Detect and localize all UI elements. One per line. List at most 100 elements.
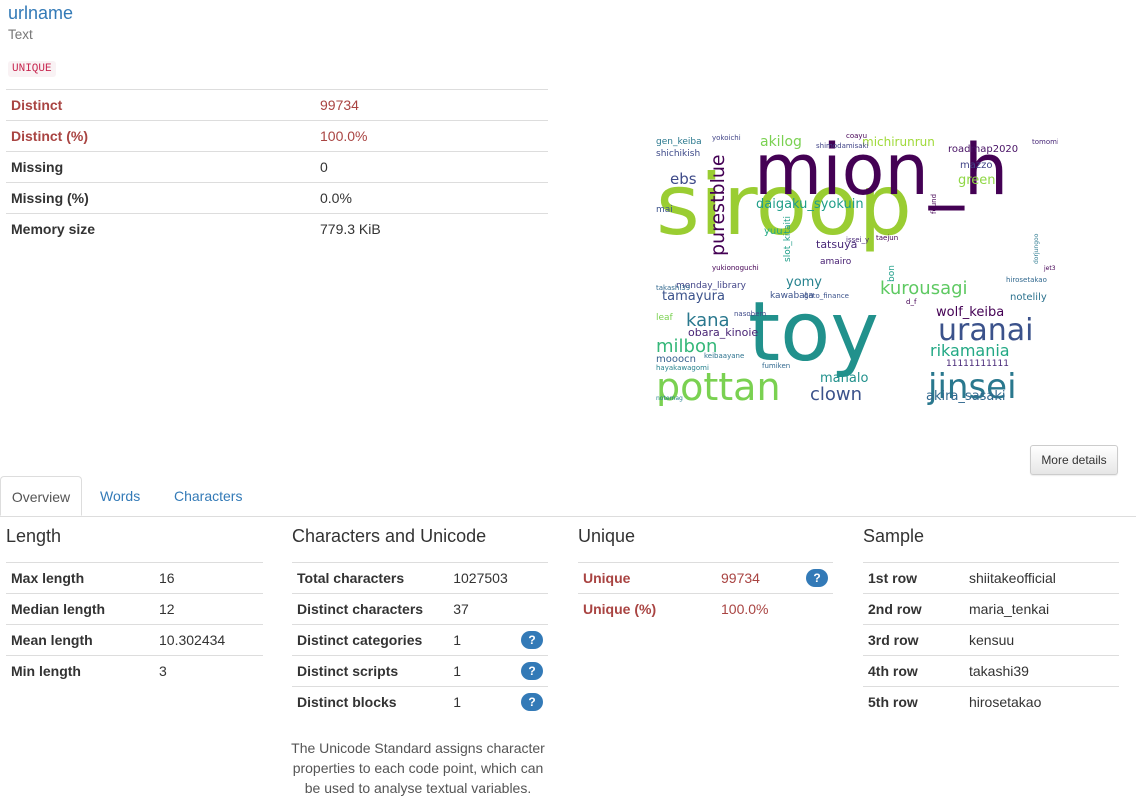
wordcloud-word: found	[930, 194, 938, 214]
wordcloud-word: keibaayane	[704, 352, 744, 360]
unicode-help-cell: ?	[512, 624, 548, 656]
wordcloud-svg: siroopmion_htoypottan jinseiuranaipurestb…	[656, 130, 1058, 406]
help-icon[interactable]: ?	[521, 662, 543, 680]
stats-row: Missing 0	[6, 151, 548, 183]
length-row: Median length 12	[6, 593, 263, 625]
unicode-row: Distinct scripts 1?	[292, 655, 548, 687]
stats-label: Memory size	[6, 213, 315, 244]
unique-row: Unique 99734?	[578, 562, 833, 594]
wordcloud-word: fumiken	[762, 362, 790, 370]
tab-words[interactable]: Words	[92, 476, 148, 516]
wordcloud-word: gen_keiba	[656, 137, 702, 147]
wordcloud-word: purestblue	[707, 154, 729, 256]
help-icon[interactable]: ?	[521, 631, 543, 649]
wordcloud-word: akira_sasaki	[926, 389, 1006, 404]
wordcloud-word: slot_kitaiti	[783, 216, 793, 262]
sample-row: 3rd row kensuu	[863, 624, 1119, 656]
sample-value: maria_tenkai	[964, 593, 1119, 625]
more-details-button[interactable]: More details	[1030, 445, 1118, 475]
stats-label: Missing (%)	[6, 182, 315, 214]
tab-bar: Overview Words Characters	[0, 476, 1136, 517]
unicode-value: 1	[448, 655, 513, 687]
help-icon[interactable]: ?	[806, 569, 828, 587]
wordcloud-word: dorjungoo	[1033, 233, 1040, 264]
help-icon[interactable]: ?	[521, 693, 543, 711]
tab-characters[interactable]: Characters	[166, 476, 250, 516]
unicode-value: 37	[448, 593, 513, 625]
unique-badge: UNIQUE	[8, 61, 56, 77]
wordcloud-word: coayu	[846, 132, 867, 140]
unicode-label: Total characters	[292, 562, 449, 594]
wordcloud-word: 11111111111	[946, 359, 1009, 369]
wordcloud-word: mahalo	[820, 371, 868, 386]
wordcloud-word: amairo	[820, 257, 852, 267]
unicode-value: 1	[448, 686, 513, 717]
sample-label: 2nd row	[863, 593, 964, 625]
wordcloud-word: yukionoguchi	[712, 264, 759, 272]
unique-table: Unique 99734? Unique (%) 100.0%	[578, 562, 833, 624]
wordcloud-word: akilog	[760, 134, 802, 150]
wordcloud-word: hirosetakao	[1006, 276, 1047, 284]
wordcloud-word: green	[958, 173, 996, 188]
length-label: Min length	[6, 655, 154, 686]
length-label: Max length	[6, 562, 154, 594]
unicode-label: Distinct characters	[292, 593, 449, 625]
length-row: Max length 16	[6, 562, 263, 594]
unicode-help-cell	[512, 593, 548, 625]
sample-value: shiitakeofficial	[964, 562, 1119, 594]
stats-row: Distinct (%) 100.0%	[6, 120, 548, 152]
unique-value: 99734	[716, 562, 797, 594]
sample-table: 1st row shiitakeofficial 2nd row maria_tenk…	[863, 562, 1119, 717]
unicode-value: 1	[448, 624, 513, 656]
stats-label: Distinct (%)	[6, 120, 315, 152]
sample-label: 3rd row	[863, 624, 964, 656]
unicode-value: 1027503	[448, 562, 513, 594]
unicode-table: Total characters 1027503 Distinct characte…	[292, 562, 548, 717]
sample-value: hirosetakao	[964, 686, 1119, 717]
length-heading: Length	[6, 526, 62, 546]
length-value: 12	[154, 593, 263, 625]
wordcloud-word: yuu	[764, 226, 783, 237]
unicode-help-cell: ?	[512, 686, 548, 717]
unicode-label: Distinct scripts	[292, 655, 449, 687]
wordcloud-word: takashi39	[656, 284, 690, 292]
unique-value: 100.0%	[716, 593, 797, 624]
stats-label: Distinct	[6, 89, 315, 121]
unicode-row: Distinct characters 37	[292, 593, 548, 625]
unicode-help-cell	[512, 562, 548, 594]
wordcloud-word: roadmap2020	[948, 144, 1018, 155]
sample-value: takashi39	[964, 655, 1119, 687]
wordcloud-word: rikamania	[930, 341, 1010, 360]
sample-value: kensuu	[964, 624, 1119, 656]
unique-heading: Unique	[578, 526, 636, 546]
wordcloud-word: notelily	[1010, 292, 1047, 303]
sample-label: 4th row	[863, 655, 964, 687]
stats-value: 779.3 KiB	[315, 213, 548, 244]
wordcloud-word: daigaku_syokuin	[756, 197, 864, 212]
unique-row: Unique (%) 100.0%	[578, 593, 833, 624]
wordcloud-word: hayakawagomi	[656, 364, 709, 372]
wordcloud-word: mai	[656, 205, 673, 215]
sample-heading: Sample	[863, 526, 925, 546]
tab-overview[interactable]: Overview	[0, 476, 82, 516]
wordcloud-word: mazzo	[960, 160, 993, 171]
wordcloud-image: siroop mion_h toy pottan jinsei uranai purestb…	[656, 130, 1058, 406]
unique-help-cell: ?	[797, 562, 833, 594]
overview-stats-table: Distinct 99734 Distinct (%) 100.0% Missing 0 M…	[6, 89, 548, 244]
wordcloud-word: tomomisa	[1032, 138, 1058, 146]
unique-label: Unique	[578, 562, 716, 594]
unicode-label: Distinct blocks	[292, 686, 449, 717]
var-title[interactable]: urlname	[8, 3, 73, 24]
sample-row: 5th row hirosetakao	[863, 686, 1119, 717]
unicode-row: Distinct blocks 1?	[292, 686, 548, 717]
wordcloud-word: obara_kinoie	[688, 326, 758, 339]
wordcloud-word: nasobem	[734, 310, 766, 318]
var-type: Text	[8, 27, 33, 42]
length-label: Mean length	[6, 624, 154, 656]
stats-value: 0	[315, 151, 548, 183]
stats-value: 0.0%	[315, 182, 548, 214]
sample-label: 5th row	[863, 686, 964, 717]
stats-value: 100.0%	[315, 120, 548, 152]
unicode-row: Total characters 1027503	[292, 562, 548, 594]
length-value: 10.302434	[154, 624, 263, 656]
